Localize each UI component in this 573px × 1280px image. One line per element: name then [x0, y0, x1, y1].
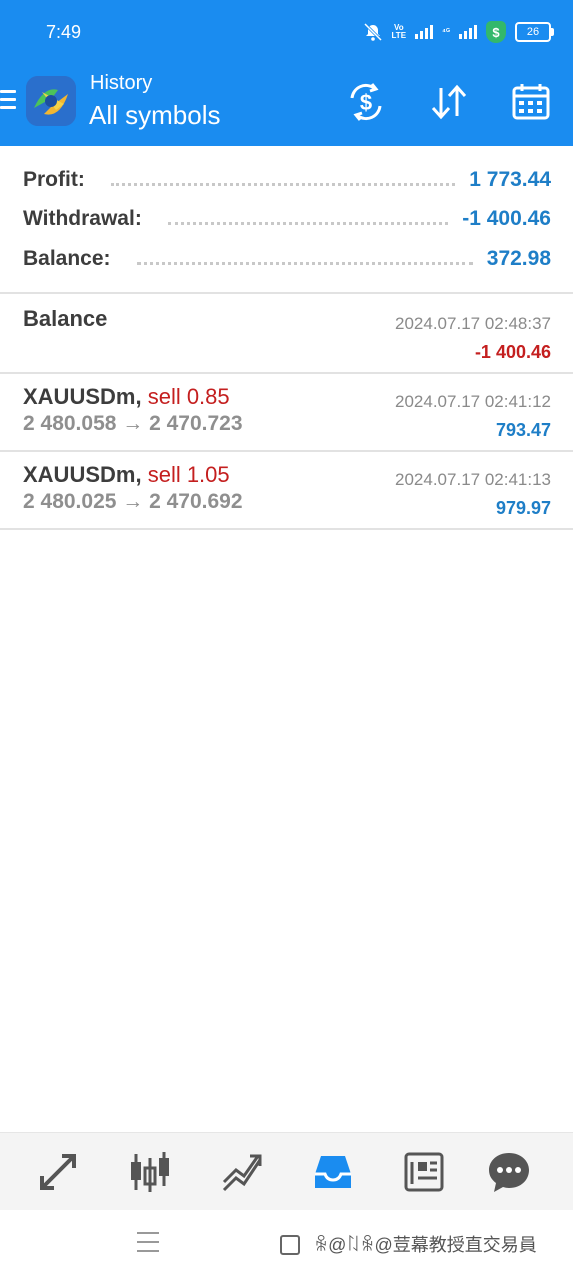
- deal-row[interactable]: XAUUSDm, sell 1.05 2 480.025 → 2 470.692…: [0, 450, 573, 530]
- deal-symbol: XAUUSDm,: [23, 462, 142, 487]
- recent-apps-icon[interactable]: [137, 1232, 159, 1256]
- bottom-navigation: [0, 1132, 573, 1211]
- profit-label: Profit:: [23, 168, 85, 191]
- deal-symbol-line: XAUUSDm, sell 1.05: [23, 462, 230, 488]
- deal-prices: 2 480.025 → 2 470.692: [23, 490, 243, 513]
- deal-time: 2024.07.17 02:41:13: [395, 470, 551, 489]
- dollar-switch-icon[interactable]: $: [344, 80, 388, 124]
- sort-icon[interactable]: [427, 80, 471, 124]
- network-4g-label: ⁴ᴳ: [442, 27, 450, 36]
- chart-icon[interactable]: [126, 1148, 174, 1196]
- deal-symbol: XAUUSDm,: [23, 384, 142, 409]
- battery-icon: 26: [515, 22, 554, 42]
- page-title: History: [90, 72, 153, 94]
- deal-symbol-line: XAUUSDm, sell 0.85: [23, 384, 230, 410]
- withdrawal-label: Withdrawal:: [23, 207, 142, 230]
- chat-icon[interactable]: [485, 1148, 533, 1196]
- calendar-icon[interactable]: [509, 80, 553, 124]
- profit-row: Profit: 1 773.44: [23, 164, 551, 196]
- status-bar: 7:49 Vo LTE ⁴ᴳ $ 26: [0, 0, 573, 64]
- leader-dots: [110, 181, 456, 186]
- app-bar: History All symbols $: [0, 68, 573, 138]
- deal-profit: 793.47: [495, 420, 551, 440]
- news-icon[interactable]: [400, 1148, 448, 1196]
- profit-value: 1 773.44: [469, 168, 551, 191]
- deal-profit: 979.97: [495, 498, 551, 518]
- security-shield-icon: $: [486, 21, 506, 43]
- history-summary: Profit: 1 773.44 Withdrawal: -1 400.46 B…: [0, 146, 573, 294]
- volte-label: Vo LTE: [391, 23, 407, 40]
- menu-icon[interactable]: [0, 90, 16, 110]
- watermark: ꆜ@ꇁꆜ@荳幕教授直交易員: [314, 1235, 537, 1255]
- leader-dots: [136, 260, 473, 265]
- signal-2-icon: [459, 25, 477, 39]
- deal-time: 2024.07.17 02:48:37: [395, 314, 551, 333]
- mute-bell-icon: [363, 22, 382, 42]
- signal-1-icon: [415, 25, 434, 39]
- status-time: 7:49: [46, 22, 82, 42]
- balance-row: Balance: 372.98: [23, 243, 551, 275]
- deal-row[interactable]: Balance 2024.07.17 02:48:37 -1 400.46: [0, 294, 573, 374]
- deal-row[interactable]: XAUUSDm, sell 0.85 2 480.058 → 2 470.723…: [0, 372, 573, 452]
- home-icon[interactable]: [280, 1235, 300, 1255]
- withdrawal-row: Withdrawal: -1 400.46: [23, 203, 551, 235]
- deal-type: sell 1.05: [147, 462, 230, 487]
- deal-profit: -1 400.46: [474, 342, 551, 362]
- metatrader-logo: [26, 76, 76, 126]
- trade-icon[interactable]: [218, 1148, 266, 1196]
- deal-prices: 2 480.058 → 2 470.723: [23, 412, 243, 435]
- balance-label: Balance:: [23, 247, 111, 270]
- deal-symbol: Balance: [23, 306, 108, 331]
- status-icons: Vo LTE ⁴ᴳ $ 26: [363, 20, 554, 44]
- balance-value: 372.98: [486, 247, 551, 270]
- top-bar: 7:49 Vo LTE ⁴ᴳ $ 26 History All symbols …: [0, 0, 573, 146]
- symbol-filter-label[interactable]: All symbols: [89, 100, 220, 131]
- quotes-icon[interactable]: [34, 1148, 82, 1196]
- history-icon[interactable]: [309, 1148, 357, 1196]
- leader-dots: [167, 220, 449, 225]
- deal-type: sell 0.85: [147, 384, 230, 409]
- system-navigation: ꆜ@ꇁꆜ@荳幕教授直交易員: [0, 1210, 573, 1280]
- withdrawal-value: -1 400.46: [462, 207, 551, 230]
- svg-text:$: $: [360, 90, 372, 115]
- deal-time: 2024.07.17 02:41:12: [395, 392, 551, 411]
